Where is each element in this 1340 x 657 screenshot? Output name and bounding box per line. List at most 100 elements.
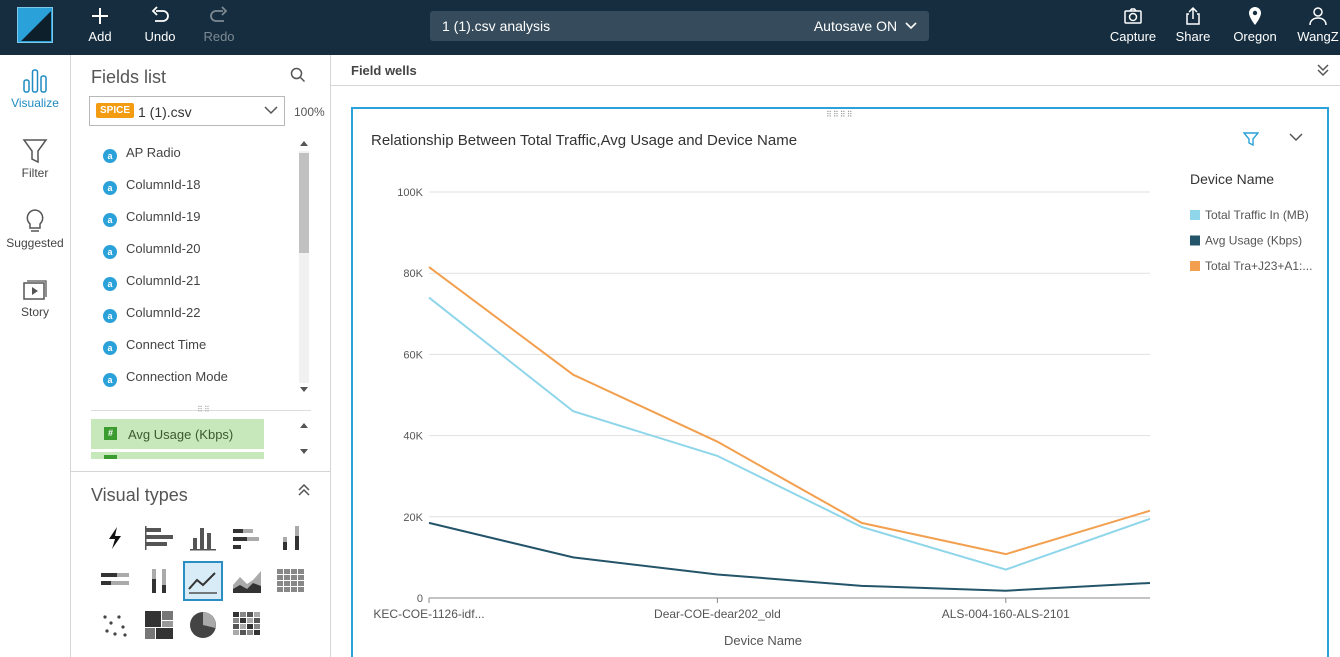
measure-badge-icon: # (104, 427, 117, 440)
list-item[interactable]: a ColumnId-19 (103, 209, 200, 229)
undo-label: Undo (144, 29, 176, 44)
measure-field-item[interactable]: # Avg Usage (Kbps) (91, 419, 264, 449)
line-chart-visual[interactable]: ⠿⠿⠿⠿ Relationship Between Total Traffic,… (351, 107, 1329, 657)
autosave-dropdown[interactable]: Autosave ON (814, 18, 917, 34)
series-line-0[interactable] (428, 296, 1151, 571)
nav-filter[interactable]: Filter (0, 138, 70, 180)
nav-visualize[interactable]: Visualize (0, 68, 70, 110)
heat-map-visual-tile[interactable] (229, 607, 265, 643)
heat-map-icon (233, 612, 260, 635)
legend-entry[interactable]: Total Traffic In (MB) (1205, 208, 1309, 222)
search-icon[interactable] (290, 67, 306, 83)
scroll-down-arrow-icon[interactable] (300, 449, 308, 454)
scroll-up-arrow-icon[interactable] (300, 423, 308, 428)
user-menu-button[interactable]: WangZ (1288, 6, 1340, 44)
dimension-badge-icon: a (103, 277, 117, 291)
legend-swatch (1190, 261, 1200, 271)
lightbulb-icon (26, 209, 44, 232)
scroll-up-arrow-icon[interactable] (300, 141, 308, 146)
list-item[interactable]: a ColumnId-22 (103, 305, 200, 325)
add-button[interactable]: Add (70, 6, 130, 44)
y-tick-label: 40K (403, 431, 423, 443)
analysis-title-box[interactable]: 1 (1).csv analysis Autosave ON (430, 11, 929, 41)
dimension-badge-icon: a (103, 309, 117, 323)
scatter-plot-visual-tile[interactable] (97, 607, 133, 643)
undo-button[interactable]: Undo (130, 6, 190, 44)
list-item[interactable]: a Connect Time (103, 337, 206, 357)
field-label: ColumnId-18 (126, 177, 201, 192)
bar-chart-icon (23, 69, 47, 93)
line-chart-visual-tile[interactable] (183, 561, 223, 601)
dimension-badge-icon: a (103, 181, 117, 195)
nav-suggested[interactable]: Suggested (0, 208, 70, 250)
region-button[interactable]: Oregon (1225, 6, 1285, 44)
vertical-100-bar-visual-tile[interactable] (141, 563, 177, 599)
capture-button[interactable]: Capture (1103, 6, 1163, 44)
measure-label: Avg Usage (Kbps) (128, 427, 234, 442)
double-chevron-down-icon[interactable] (1316, 63, 1330, 77)
list-item[interactable]: a Connection Mode (103, 369, 228, 389)
app-logo[interactable] (17, 7, 53, 43)
stacked-vertical-bar-visual-tile[interactable] (273, 520, 309, 556)
horizontal-100-bar-visual-tile[interactable] (97, 563, 133, 599)
dimension-badge-icon: a (103, 341, 117, 355)
legend-entry[interactable]: Avg Usage (Kbps) (1205, 234, 1302, 248)
x-axis-title: Device Name (724, 633, 802, 648)
measure-field-item[interactable] (91, 452, 264, 459)
y-tick-label: 100K (397, 187, 423, 199)
legend-title: Device Name (1190, 171, 1274, 187)
redo-button[interactable]: Redo (189, 6, 249, 44)
stacked-vertical-bar-icon (283, 526, 299, 550)
dataset-dropdown[interactable]: SPICE 1 (1).csv (89, 96, 285, 126)
pie-chart-icon (190, 612, 216, 638)
scatter-plot-icon (103, 615, 127, 637)
share-icon (1186, 6, 1200, 25)
scroll-down-arrow-icon[interactable] (300, 387, 308, 392)
autograph-visual-tile[interactable] (97, 520, 133, 556)
share-button[interactable]: Share (1163, 6, 1223, 44)
legend-entry[interactable]: Total Tra+J23+A1:... (1205, 259, 1312, 273)
plus-icon (92, 8, 108, 24)
pie-chart-visual-tile[interactable] (185, 607, 221, 643)
main-canvas: Field wells ⠿⠿⠿⠿ Relationship Between To… (331, 55, 1340, 657)
list-item[interactable]: a AP Radio (103, 145, 181, 165)
dimension-badge-icon: a (103, 149, 117, 163)
list-item[interactable]: a ColumnId-21 (103, 273, 200, 293)
list-item[interactable]: a ColumnId-20 (103, 241, 200, 261)
vertical-bar-chart-icon (190, 528, 216, 551)
play-slides-icon (23, 280, 47, 300)
redo-icon (210, 6, 228, 22)
dimension-badge-icon: a (103, 213, 117, 227)
series-line-2[interactable] (428, 266, 1151, 556)
stacked-horizontal-bar-visual-tile[interactable] (229, 520, 265, 556)
dimension-badge-icon: a (103, 245, 117, 259)
area-chart-visual-tile[interactable] (229, 563, 265, 599)
pivot-table-visual-tile[interactable] (273, 563, 309, 599)
y-tick-label: 20K (403, 512, 423, 524)
analysis-title[interactable]: 1 (1).csv analysis (442, 18, 550, 34)
spice-percent: 100% (294, 105, 325, 119)
resize-grip-icon[interactable]: ⠿⠿ (197, 405, 211, 414)
undo-icon (151, 6, 169, 22)
stacked-horizontal-bar-icon (233, 529, 259, 549)
field-label: ColumnId-21 (126, 273, 201, 288)
scrollbar-thumb[interactable] (299, 153, 309, 253)
legend-swatch (1190, 235, 1200, 246)
field-wells-bar[interactable]: Field wells (331, 55, 1340, 86)
field-list-scrollbar[interactable] (297, 137, 311, 399)
double-chevron-up-icon[interactable] (297, 484, 311, 496)
field-label: Connection Mode (126, 369, 228, 384)
vertical-bar-visual-tile[interactable] (185, 520, 221, 556)
capture-label: Capture (1109, 29, 1157, 44)
logo-icon (21, 11, 51, 41)
measure-list-scrollbar[interactable] (297, 419, 311, 459)
tree-map-visual-tile[interactable] (141, 607, 177, 643)
field-label: ColumnId-19 (126, 209, 201, 224)
horizontal-bar-chart-icon (145, 526, 173, 550)
fields-panel: Fields list SPICE 1 (1).csv 100% a AP Rad… (70, 55, 331, 471)
list-item[interactable]: a ColumnId-18 (103, 177, 200, 197)
region-label: Oregon (1233, 29, 1277, 44)
horizontal-bar-visual-tile[interactable] (141, 520, 177, 556)
nav-story[interactable]: Story (0, 279, 70, 319)
chart-svg: 0 20K 40K 60K 80K 100K KEC-COE-1126-idf... Dea… (373, 171, 1312, 648)
